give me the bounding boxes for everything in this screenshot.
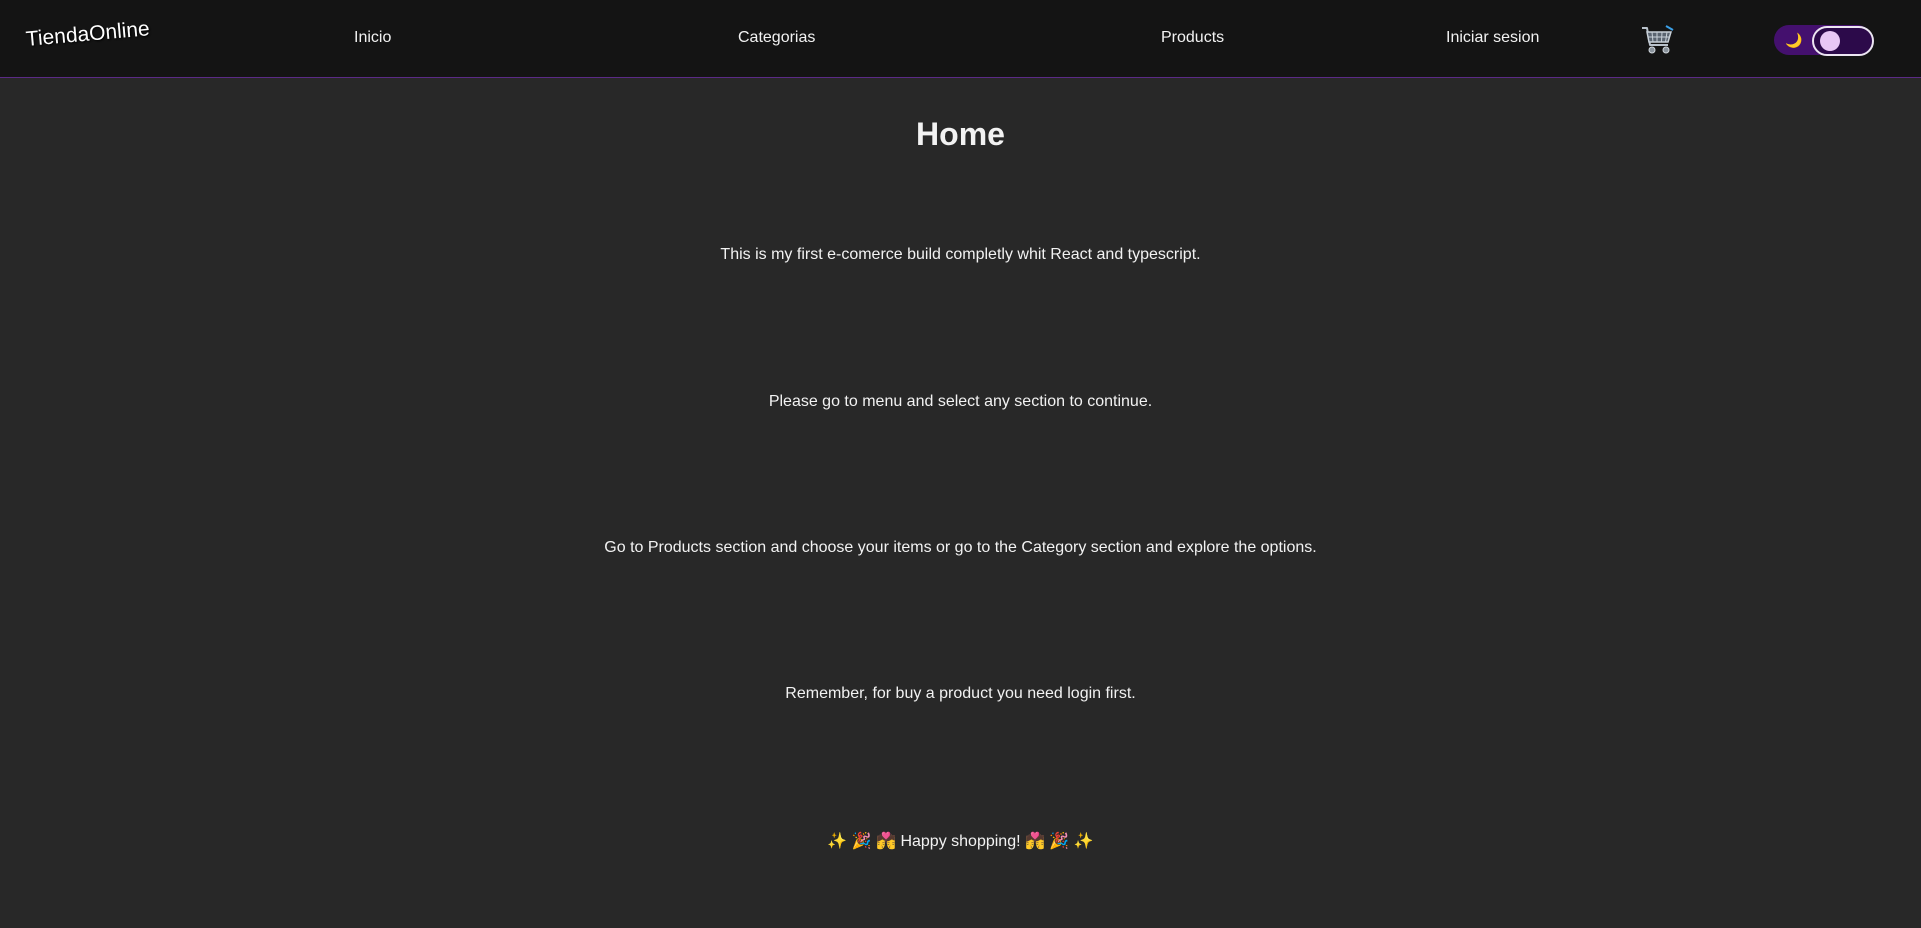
toggle-knob[interactable] — [1820, 31, 1840, 51]
navbar: TiendaOnline Inicio Categorias Products … — [0, 0, 1921, 78]
toggle-track[interactable] — [1812, 26, 1874, 56]
login-reminder-paragraph: Remember, for buy a product you need log… — [785, 685, 1136, 702]
nav-link-inicio[interactable]: Inicio — [354, 29, 391, 47]
moon-icon: 🌙 — [1785, 32, 1803, 48]
happy-shopping-paragraph: ✨ 🎉 💏 Happy shopping! 💏 🎉 ✨ — [827, 833, 1094, 850]
theme-toggle[interactable]: 🌙 — [1774, 25, 1874, 56]
menu-instruction-paragraph: Please go to menu and select any section… — [768, 393, 1153, 410]
intro-paragraph: This is my first e-comerce build complet… — [720, 246, 1201, 263]
shopping-cart-icon[interactable] — [1640, 24, 1676, 56]
nav-link-categorias[interactable]: Categorias — [738, 29, 815, 47]
brand-logo[interactable]: TiendaOnline — [25, 17, 151, 52]
nav-link-products[interactable]: Products — [1161, 29, 1224, 47]
page: TiendaOnline Inicio Categorias Products … — [0, 0, 1921, 928]
page-title: Home — [916, 116, 1005, 152]
products-instruction-paragraph: Go to Products section and choose your i… — [604, 539, 1317, 556]
nav-link-iniciar-sesion[interactable]: Iniciar sesion — [1446, 29, 1539, 47]
